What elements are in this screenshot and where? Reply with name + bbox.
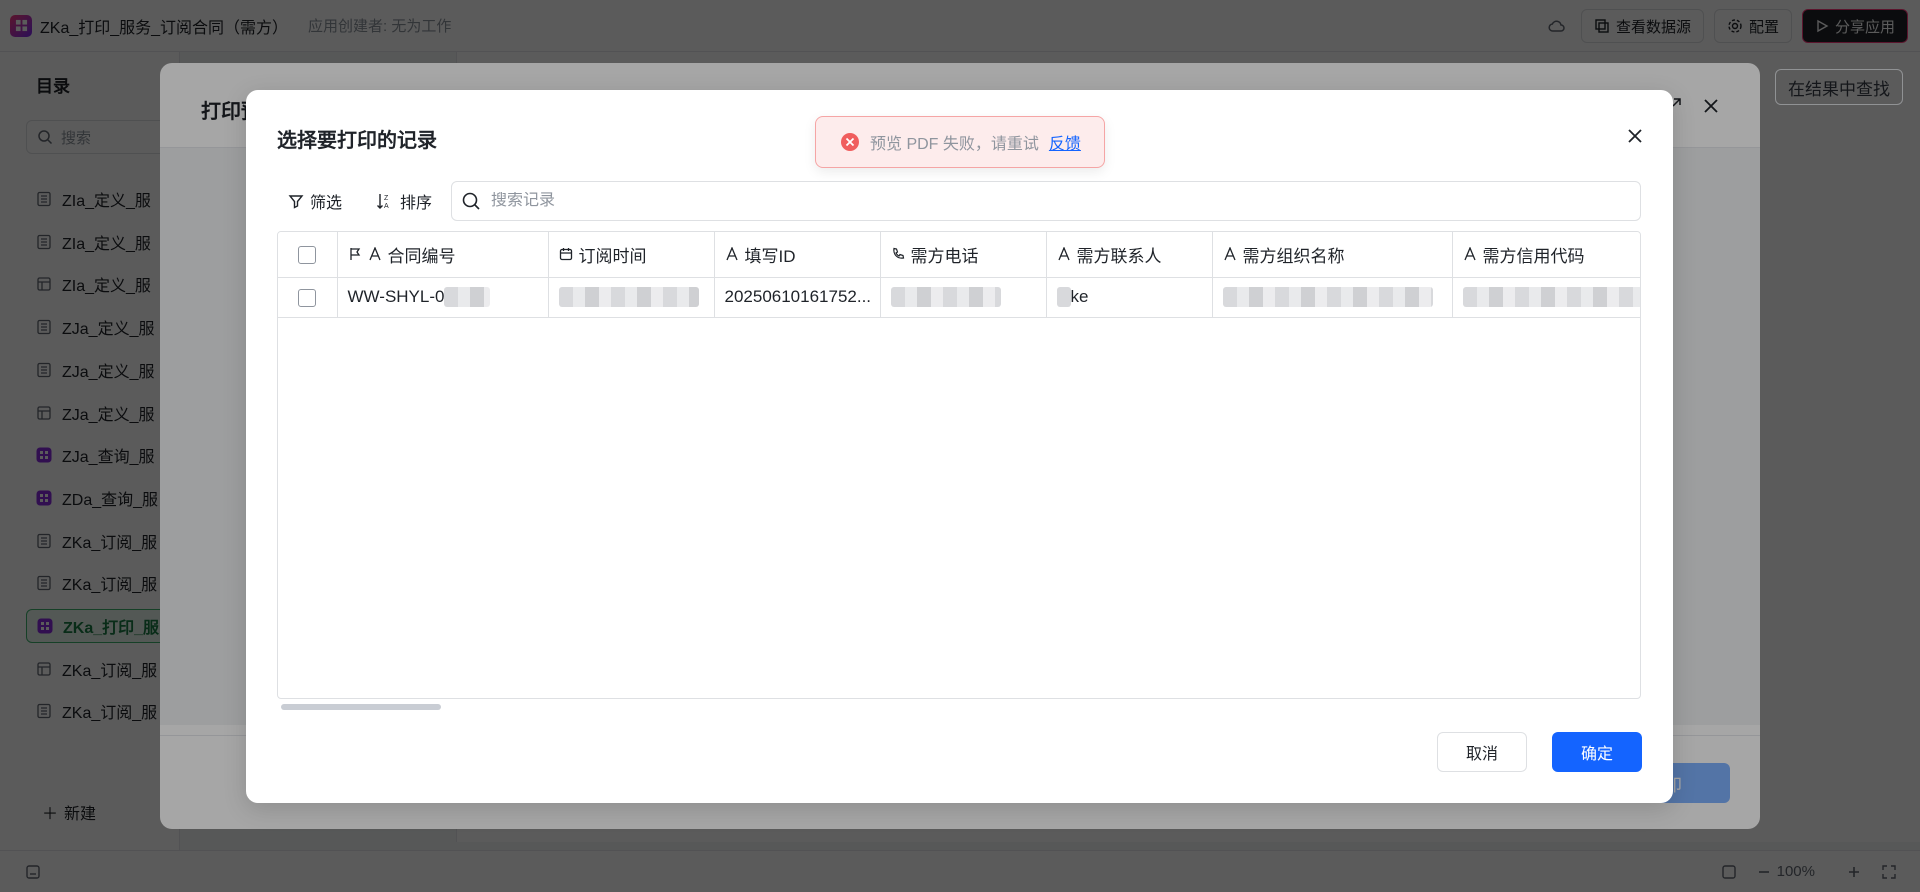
column-label: 订阅时间 (578, 246, 647, 266)
subscribe-time-cell (548, 277, 715, 318)
filter-label: 筛选 (310, 195, 343, 212)
svg-text:Z: Z (384, 195, 389, 202)
select-all-checkbox[interactable] (298, 245, 317, 264)
column-header-fill-id[interactable]: 填写ID (714, 232, 881, 278)
contract-no-cell: WW-SHYL-0 (337, 277, 549, 318)
filter-button[interactable]: 筛选 (288, 186, 342, 216)
column-header-contact[interactable]: 需方联系人 (1046, 232, 1213, 278)
svg-text:A: A (384, 203, 389, 210)
sort-icon: ZA (377, 194, 389, 210)
column-label: 需方联系人 (1076, 246, 1162, 266)
toast-message: 预览 PDF 失败，请重试 (870, 136, 1039, 153)
contract-no-value: WW-SHYL-0 (347, 286, 445, 306)
redacted-value (1462, 287, 1640, 308)
cancel-button[interactable]: 取消 (1437, 732, 1527, 772)
error-icon (841, 133, 859, 151)
org-name-cell (1212, 277, 1453, 318)
column-header-credit-code[interactable]: 需方信用代码 (1452, 232, 1640, 278)
select-all-cell (278, 232, 338, 278)
feedback-link[interactable]: 反馈 (1049, 130, 1081, 154)
record-search-input[interactable] (491, 192, 1591, 210)
horizontal-scrollbar[interactable] (281, 704, 441, 710)
column-header-subscribe-time[interactable]: 订阅时间 (548, 232, 715, 278)
sort-button[interactable]: ZA 排序 (376, 186, 432, 216)
row-select-cell (278, 277, 338, 318)
records-table: 合同编号 订阅时间 填写ID 需方电话 需方联系人 需方组织名称 需方信用代码 … (277, 231, 1641, 699)
column-header-phone[interactable]: 需方电话 (880, 232, 1047, 278)
redacted-value (1222, 287, 1433, 308)
column-label: 需方组织名称 (1242, 246, 1345, 266)
column-label: 合同编号 (387, 246, 456, 266)
filter-icon (288, 195, 304, 209)
redacted-value (444, 287, 491, 308)
calendar-icon (559, 248, 572, 261)
column-label: 填写ID (744, 246, 796, 266)
redacted-value (1056, 287, 1071, 308)
contact-value: ke (1070, 286, 1089, 306)
sort-label: 排序 (400, 195, 433, 212)
column-header-org-name[interactable]: 需方组织名称 (1212, 232, 1453, 278)
dialog-title: 选择要打印的记录 (277, 130, 437, 152)
fill-id-cell: 20250610161752... (714, 277, 881, 318)
flag-icon (349, 248, 360, 261)
redacted-value (558, 287, 699, 308)
select-records-dialog: 选择要打印的记录 筛选 ZA 排序 合同编号 (246, 90, 1673, 803)
redacted-value (890, 287, 1001, 308)
error-toast: 预览 PDF 失败，请重试 反馈 (815, 116, 1105, 168)
contact-cell: ke (1046, 277, 1213, 318)
row-checkbox[interactable] (298, 288, 317, 307)
phone-icon (892, 248, 904, 259)
text-field-icon (725, 247, 738, 261)
credit-code-cell (1452, 277, 1640, 318)
text-field-icon (1463, 247, 1476, 261)
table-row[interactable]: WW-SHYL-0 20250610161752... ke (278, 277, 1640, 318)
search-icon (462, 192, 480, 210)
column-header-contract-no[interactable]: 合同编号 (337, 232, 549, 278)
column-label: 需方电话 (910, 246, 979, 266)
text-field-icon (1057, 247, 1070, 261)
confirm-button[interactable]: 确定 (1552, 732, 1642, 772)
table-header-row: 合同编号 订阅时间 填写ID 需方电话 需方联系人 需方组织名称 需方信用代码 (278, 232, 1640, 278)
text-field-icon (368, 247, 381, 261)
phone-cell (880, 277, 1047, 318)
close-icon[interactable] (1623, 124, 1647, 148)
record-search-box[interactable] (451, 181, 1641, 221)
column-label: 需方信用代码 (1482, 246, 1585, 266)
text-field-icon (1223, 247, 1236, 261)
